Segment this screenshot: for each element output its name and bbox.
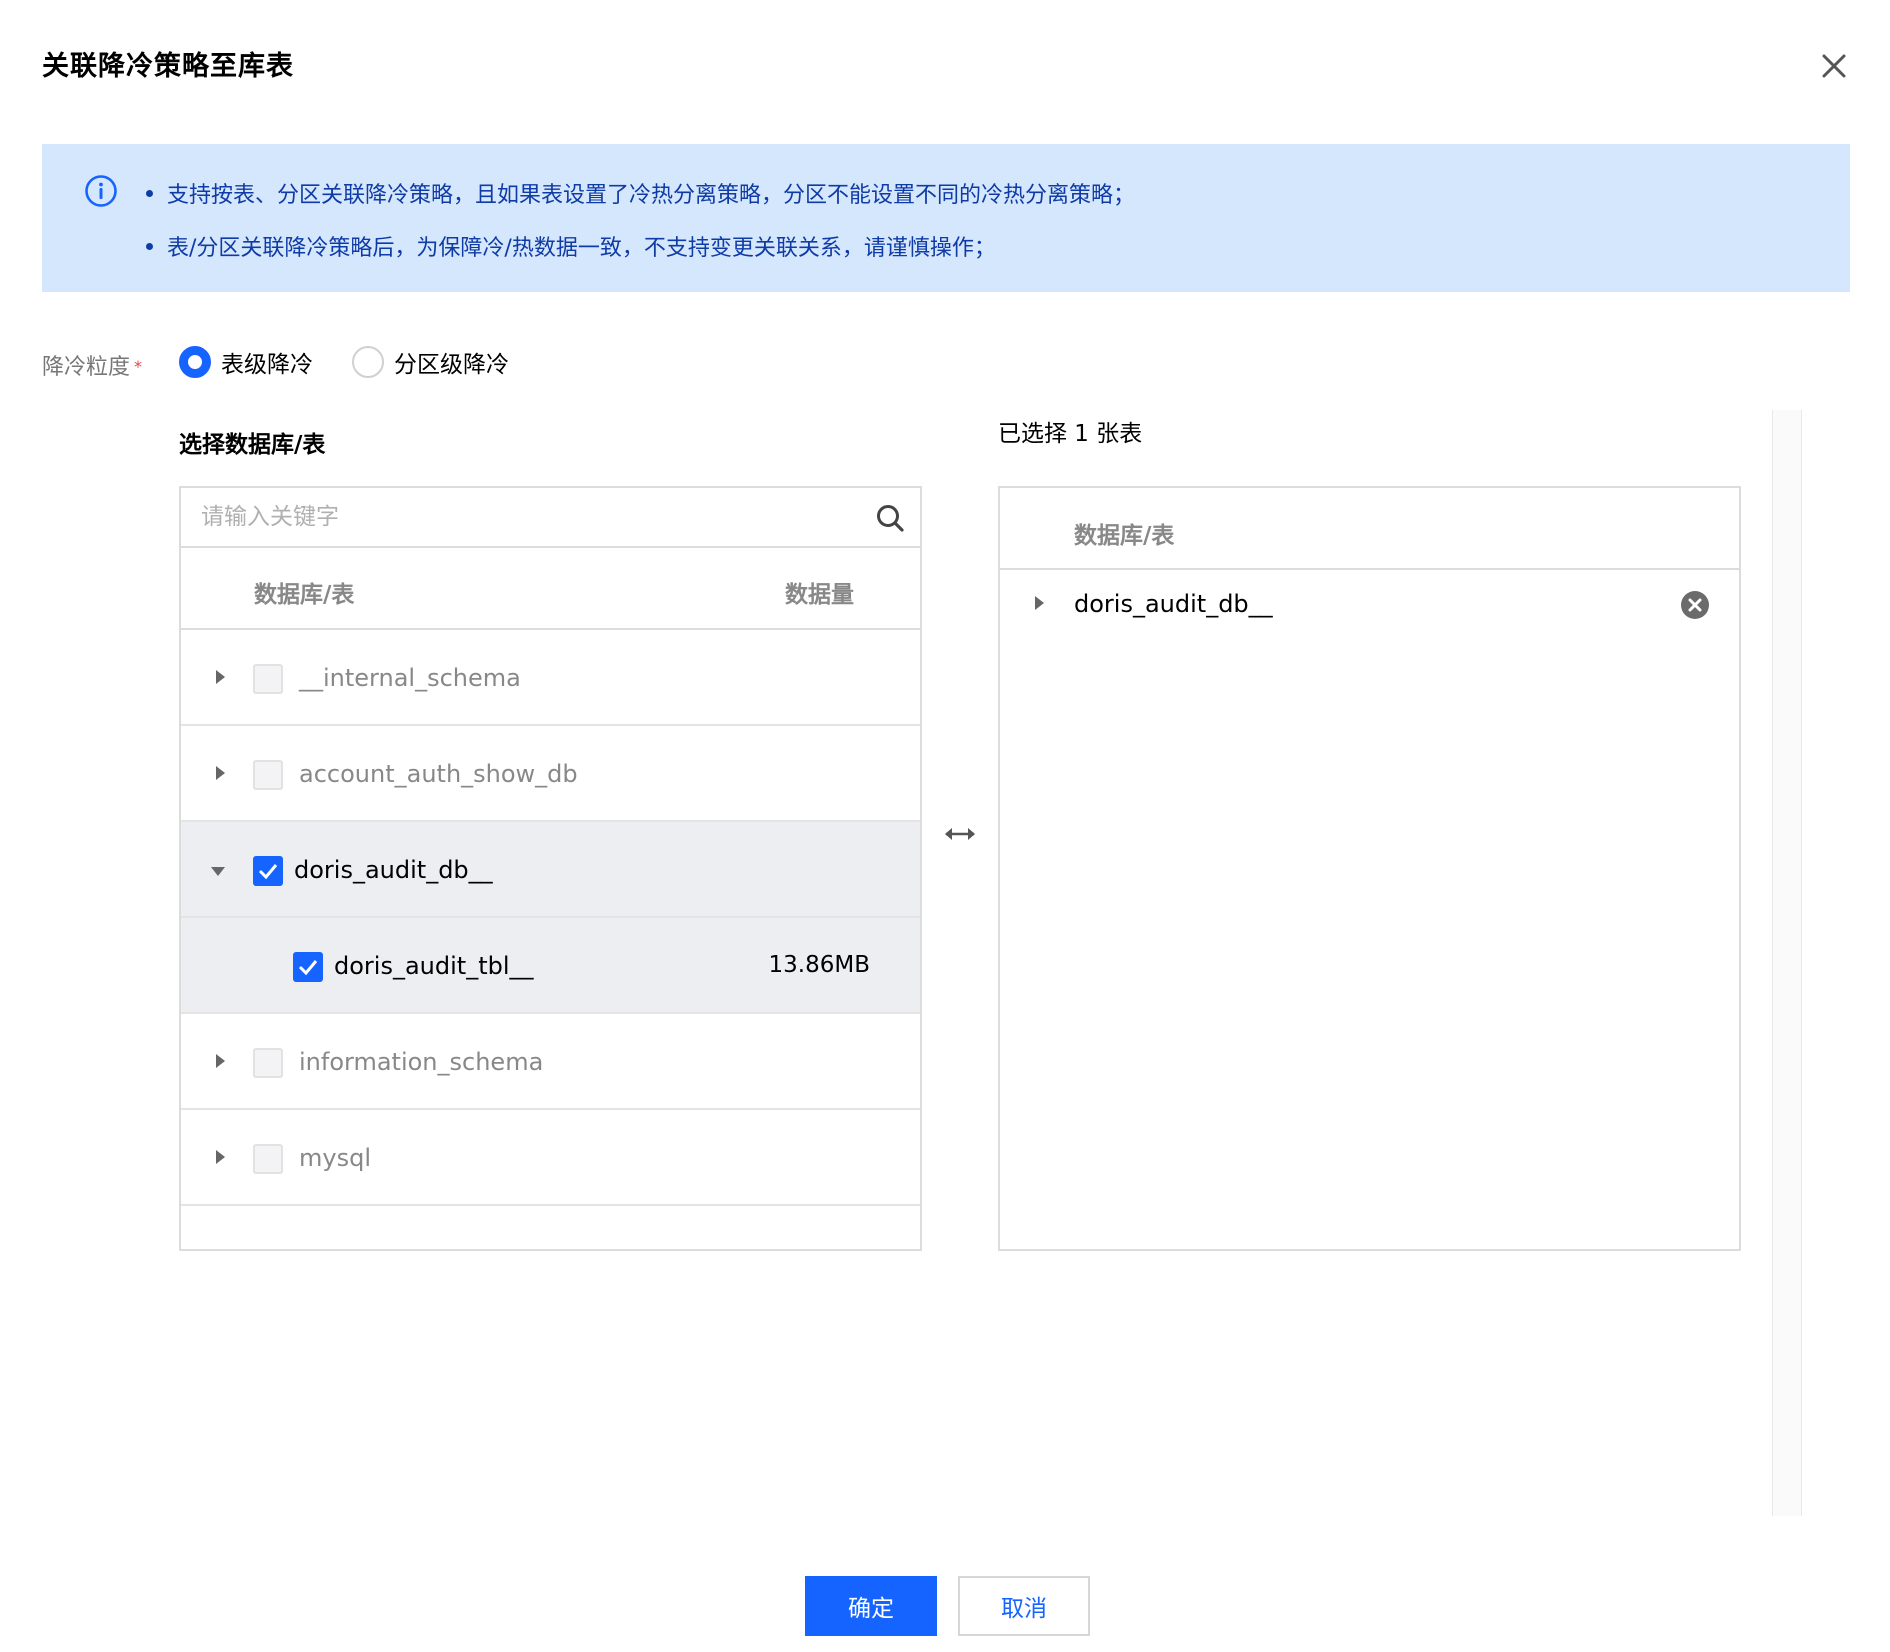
tree-row[interactable]: information_schema — [181, 1014, 920, 1110]
scrollbar-track[interactable] — [1772, 410, 1802, 1516]
column-db-table: 数据库/表 — [1074, 523, 1175, 549]
search-icon[interactable] — [874, 502, 906, 534]
checkbox-checked[interactable] — [293, 952, 323, 982]
radio-table-level[interactable]: 表级降冷 — [179, 345, 313, 379]
radio-label: 分区级降冷 — [394, 352, 509, 378]
caret-right-icon[interactable] — [1032, 594, 1046, 612]
caret-right-icon[interactable] — [213, 1052, 227, 1070]
tree-row-label: doris_audit_tbl__ — [334, 952, 534, 980]
close-icon[interactable] — [1816, 48, 1852, 84]
checkbox[interactable] — [253, 1144, 283, 1174]
check-icon — [298, 960, 318, 976]
tree-row-label: __internal_schema — [299, 664, 521, 692]
tree-row-selected[interactable]: doris_audit_db__ — [181, 822, 920, 918]
check-icon — [258, 864, 278, 880]
radio-label: 表级降冷 — [221, 352, 313, 378]
required-mark: * — [134, 357, 143, 376]
checkbox[interactable] — [253, 760, 283, 790]
tree-row-label: doris_audit_db__ — [294, 856, 493, 884]
selected-panel: 数据库/表 doris_audit_db__ — [998, 486, 1741, 1251]
tree-row[interactable]: account_auth_show_db — [181, 726, 920, 822]
table-header: 数据库/表 数据量 — [181, 548, 920, 630]
caret-right-icon[interactable] — [213, 668, 227, 686]
left-panel-title: 选择数据库/表 — [179, 432, 326, 458]
info-icon — [84, 174, 118, 208]
tree-row-child-selected[interactable]: doris_audit_tbl__ 13.86MB — [181, 918, 920, 1014]
radio-circle[interactable] — [352, 346, 384, 378]
notice-line-2: 表/分区关联降冷策略后，为保障冷/热数据一致，不支持变更关联关系，请谨慎操作； — [146, 230, 996, 262]
caret-right-icon[interactable] — [213, 1148, 227, 1166]
source-panel: 数据库/表 数据量 __internal_schema account_auth… — [179, 486, 922, 1251]
dialog-title: 关联降冷策略至库表 — [42, 51, 294, 82]
checkbox[interactable] — [253, 1048, 283, 1078]
radio-circle[interactable] — [179, 346, 211, 378]
column-db-table: 数据库/表 — [254, 582, 355, 608]
selected-item-label: doris_audit_db__ — [1074, 590, 1273, 618]
checkbox-checked[interactable] — [253, 856, 283, 886]
tree-row[interactable]: mysql — [181, 1110, 920, 1206]
caret-right-icon[interactable] — [213, 764, 227, 782]
notice-banner: 支持按表、分区关联降冷策略，且如果表设置了冷热分离策略，分区不能设置不同的冷热分… — [42, 144, 1850, 292]
tree-row-label: mysql — [299, 1144, 371, 1172]
remove-icon[interactable] — [1680, 590, 1710, 620]
granularity-label: 降冷粒度 * — [42, 355, 143, 380]
cancel-button[interactable]: 取消 — [958, 1576, 1090, 1636]
dialog: 关联降冷策略至库表 支持按表、分区关联降冷策略，且如果表设置了冷热分离策略，分区… — [0, 0, 1890, 1652]
tree-row[interactable]: __internal_schema — [181, 630, 920, 726]
data-size: 13.86MB — [768, 952, 870, 978]
column-data-size: 数据量 — [785, 582, 854, 608]
search-box — [181, 488, 920, 548]
radio-partition-level[interactable]: 分区级降冷 — [352, 345, 509, 379]
confirm-button[interactable]: 确定 — [805, 1576, 937, 1636]
search-input[interactable] — [201, 498, 841, 536]
selected-item[interactable]: doris_audit_db__ — [1000, 570, 1739, 640]
notice-line-1: 支持按表、分区关联降冷策略，且如果表设置了冷热分离策略，分区不能设置不同的冷热分… — [146, 177, 1135, 209]
transfer-icon — [942, 822, 978, 846]
tree-row-label: information_schema — [299, 1048, 544, 1076]
tree-row-label: account_auth_show_db — [299, 760, 578, 788]
checkbox[interactable] — [253, 664, 283, 694]
caret-down-icon[interactable] — [209, 864, 227, 878]
selected-table-header: 数据库/表 — [1000, 488, 1739, 570]
right-panel-title: 已选择 1 张表 — [998, 421, 1143, 447]
